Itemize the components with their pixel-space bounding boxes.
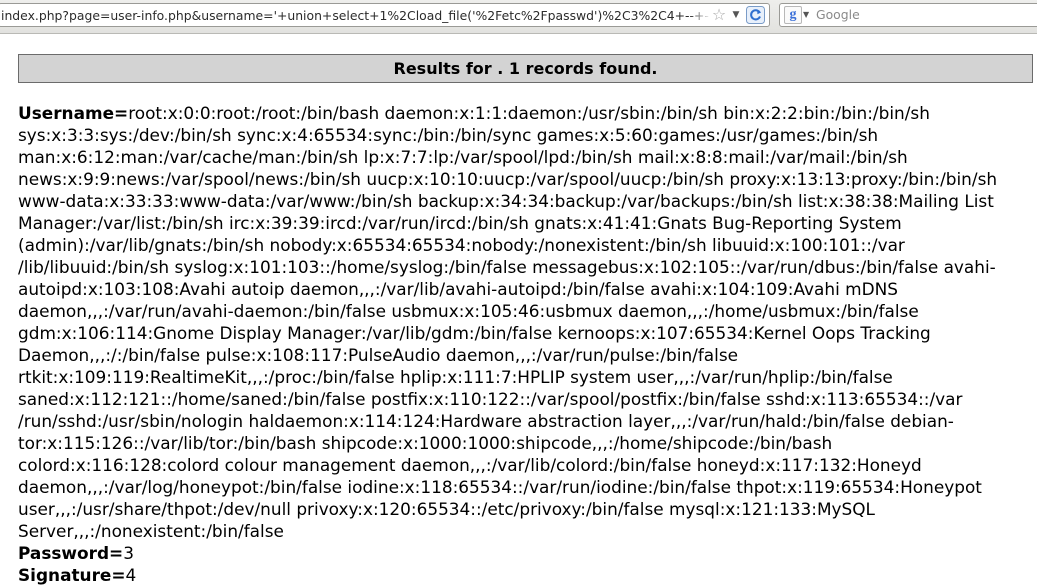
username-output-line: news:x:9:9:news:/var/spool/news:/bin/sh … (18, 169, 998, 189)
search-bar[interactable]: g ▼ (779, 3, 1037, 27)
username-output-line: /run/sshd:/usr/sbin/nologin haldaemon:x:… (18, 411, 954, 431)
search-engine-dropdown-icon[interactable]: ▼ (803, 8, 813, 22)
username-output-line: Server,,,:/nonexistent:/bin/false (18, 521, 284, 541)
username-output-line: daemon,,,:/var/run/avahi-daemon:/bin/fal… (18, 301, 919, 321)
history-dropdown-icon[interactable]: ▼ (730, 7, 742, 23)
username-field: Username=root:x:0:0:root:/root:/bin/bash… (18, 102, 1035, 542)
reload-icon-graphic (746, 6, 765, 24)
search-input[interactable] (816, 6, 1026, 24)
username-label: Username= (18, 103, 129, 123)
username-output-line: colord:x:116:128:colord colour managemen… (18, 455, 922, 475)
username-value: root:x:0:0:root:/root:/bin/bash daemon:x… (18, 103, 1035, 542)
username-output-line: Manager:/var/list:/bin/sh irc:x:39:39:ir… (18, 213, 902, 233)
username-output-line: autoipd:x:103:108:Avahi autoip daemon,,,… (18, 279, 898, 299)
username-output-line: tor:x:115:126::/var/lib/tor:/bin/bash sh… (18, 433, 833, 453)
bookmark-star-icon[interactable]: ☆ (710, 6, 728, 24)
username-output-line: man:x:6:12:man:/var/cache/man:/bin/sh lp… (18, 147, 908, 167)
username-output-line: daemon,,,:/var/log/honeypot:/bin/false i… (18, 477, 982, 497)
username-output-line: (admin):/var/lib/gnats:/bin/sh nobody:x:… (18, 235, 905, 255)
username-output-line: sys:x:3:3:sys:/dev:/bin/sh sync:x:4:6553… (18, 125, 879, 145)
record-output: Username=root:x:0:0:root:/root:/bin/bash… (18, 102, 1035, 586)
username-output-line: Daemon,,,:/:/bin/false pulse:x:108:117:P… (18, 345, 739, 365)
signature-label: Signature= (18, 565, 126, 585)
search-engine-icon[interactable]: g (784, 6, 802, 24)
username-output-line: user,,,:/usr/share/thpot:/dev/null privo… (18, 499, 875, 519)
browser-toolbar: index.php?page=user-info.php&username='+… (0, 0, 1037, 34)
username-output-line: saned:x:112:121::/home/saned:/bin/false … (18, 389, 963, 409)
username-output-line: www-data:x:33:33:www-data:/var/www:/bin/… (18, 191, 994, 211)
password-label: Password= (18, 543, 124, 563)
results-header: Results for . 1 records found. (18, 54, 1033, 83)
reload-icon[interactable] (746, 6, 765, 24)
password-value: 3 (123, 543, 134, 563)
address-bar-fade (689, 5, 711, 25)
password-field: Password=3 (18, 542, 1035, 564)
username-output-line: root:x:0:0:root:/root:/bin/bash daemon:x… (128, 103, 930, 123)
username-output-line: /lib/libuuid:/bin/sh syslog:x:101:103::/… (18, 257, 996, 277)
signature-field: Signature=4 (18, 564, 1035, 586)
username-output-line: gdm:x:106:114:Gnome Display Manager:/var… (18, 323, 931, 343)
address-bar-url[interactable]: index.php?page=user-info.php&username='+… (1, 8, 709, 24)
signature-value: 4 (125, 565, 137, 585)
username-output-line: rtkit:x:109:119:RealtimeKit,,,:/proc:/bi… (18, 367, 893, 387)
address-bar[interactable]: index.php?page=user-info.php&username='+… (0, 3, 770, 27)
